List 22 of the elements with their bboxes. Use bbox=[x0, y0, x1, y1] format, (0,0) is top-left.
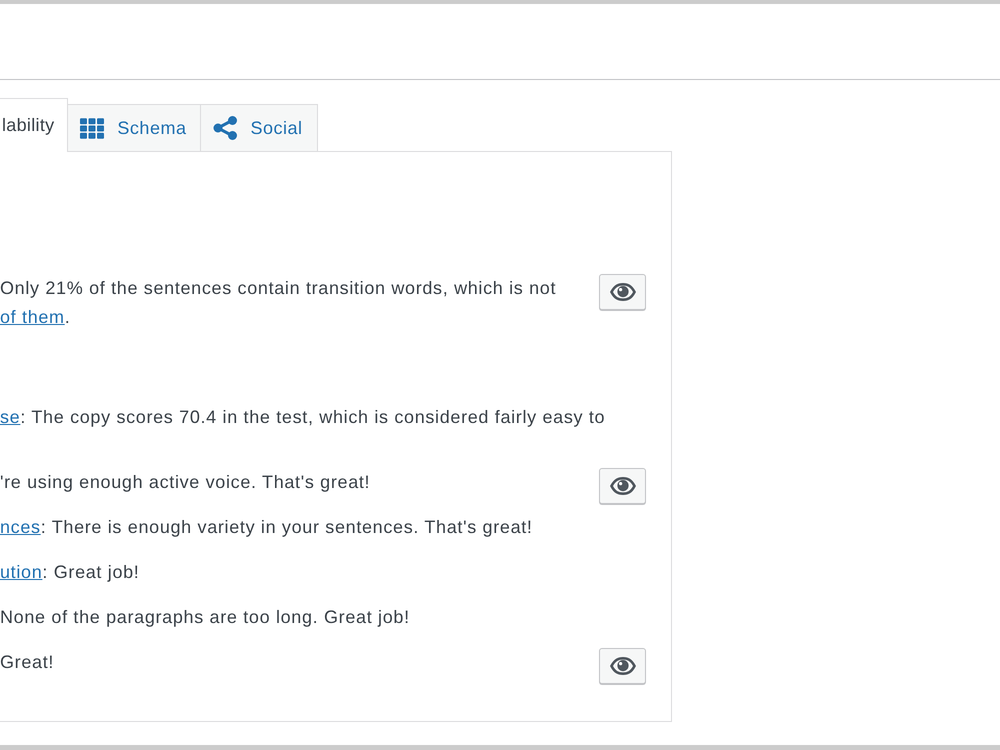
tab[interactable]: Schema bbox=[68, 104, 202, 151]
result-text: nces: There is enough variety in your sentences. That's great! bbox=[0, 516, 533, 539]
eye-icon bbox=[610, 477, 636, 495]
result-text: se: The copy scores 70.4 in the test, which is considered fairly easy to bbox=[0, 406, 606, 429]
result-link[interactable]: of them bbox=[0, 307, 65, 327]
result-text: Only 21% of the sentences contain transition words, which is not of them. bbox=[0, 277, 556, 329]
highlight-toggle-button[interactable] bbox=[599, 648, 646, 684]
result-link[interactable]: se bbox=[0, 407, 20, 427]
grid-icon bbox=[80, 118, 104, 138]
result-link[interactable]: nces bbox=[0, 517, 41, 537]
eye-icon bbox=[610, 657, 636, 675]
tab[interactable]: Social bbox=[201, 104, 318, 151]
result-text: Great! bbox=[0, 651, 54, 674]
eye-icon bbox=[610, 283, 636, 301]
tab[interactable]: lability bbox=[0, 98, 68, 152]
share-icon bbox=[213, 116, 238, 140]
result-text: None of the paragraphs are too long. Great job! bbox=[0, 606, 410, 629]
highlight-toggle-button[interactable] bbox=[599, 468, 646, 504]
result-text: ution: Great job! bbox=[0, 561, 140, 584]
result-link[interactable]: ution bbox=[0, 562, 42, 582]
highlight-toggle-button[interactable] bbox=[599, 274, 646, 310]
result-text: 're using enough active voice. That's great! bbox=[0, 471, 370, 494]
